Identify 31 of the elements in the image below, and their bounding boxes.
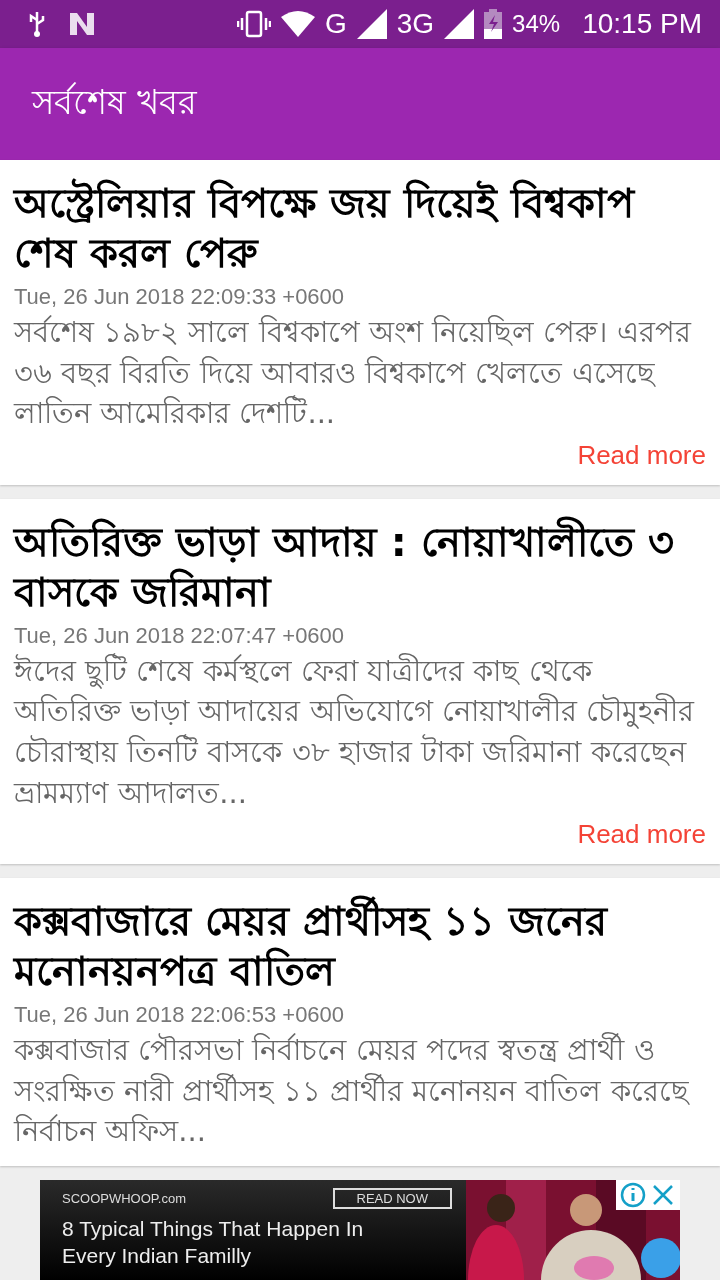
news-card[interactable] <box>0 160 720 485</box>
news-card[interactable] <box>0 498 720 865</box>
network-label: 3G <box>396 8 435 40</box>
news-date: Tue, 26 Jun 2018 22:07:47 +0600 <box>14 622 346 649</box>
network-label: G <box>324 8 347 40</box>
vibrate-icon <box>236 10 271 38</box>
battery-percent: 34% <box>512 10 561 38</box>
news-title: অস্ট্রেলিয়ার বিপক্ষে জয় দিয়েই বিশ্বকাপ শেষ করল পেরু <box>14 178 637 278</box>
ad-headline: 8 Typical Things That Happen In Every Indian Familly <box>62 1216 365 1270</box>
news-date: Tue, 26 Jun 2018 22:06:53 +0600 <box>14 1002 346 1029</box>
news-summary: ঈদের ছুটি শেষে কর্মস্থলে ফেরা যাত্রীদের কাছ থেকে অতিরিক্ত ভাড়া আদায়ের অভিযোগে নোয়াখালীর চৌমুহনীর চৌরাস্থায় তিনটি বাসকে ৩৮ হাজার টাকা জরিমানা করেছেন ভ্রামম্যাণ আদালত... <box>14 652 696 812</box>
news-title: কক্সবাজারে মেয়র প্রার্থীসহ ১১ জনের মনোনয়নপত্র বাতিল <box>14 896 706 997</box>
battery-icon <box>484 9 503 39</box>
ad-brand: SCOOPWHOOP.com <box>62 1191 186 1206</box>
read-more-link[interactable]: Read more <box>577 819 706 851</box>
ad-banner[interactable]: SCOOPWHOOP.com READ NOW 8 Typical Things That Happen In Every Indian Familly <box>40 1180 680 1280</box>
news-summary: সর্বশেষ ১৯৮২ সালে বিশ্বকাপে অংশ নিয়েছিল পেরু। এরপর ৩৬ বছর বিরতি দিয়ে আবারও বিশ্বকাপে খেলতে এসেছে লাতিন আমেরিকার দেশটি... <box>14 314 693 433</box>
news-title: অতিরিক্ত ভাড়া আদায় : নোয়াখালীতে ৩ বাসকে জরিমানা <box>14 516 675 617</box>
news-date: Tue, 26 Jun 2018 22:09:33 +0600 <box>14 284 346 310</box>
n-logo-icon <box>68 11 96 37</box>
usb-icon <box>28 10 46 38</box>
info-icon <box>620 1182 646 1208</box>
app-title: সর্বশেষ খবর <box>32 80 197 124</box>
clock-time: 10:15 PM <box>582 8 702 40</box>
wifi-icon <box>280 11 315 37</box>
read-now-button[interactable]: READ NOW <box>332 1188 452 1209</box>
signal-icon <box>444 9 475 39</box>
news-card[interactable] <box>0 878 720 1166</box>
signal-icon <box>356 9 387 39</box>
news-summary: কক্সবাজার পৌরসভা নির্বাচনে মেয়র পদের স্বতন্ত্র প্রার্থী ও সংরক্ষিত নারী প্রার্থীসহ ১১ প্রার্থীর মনোনয়ন বাতিল করেছে নির্বাচন অফিস... <box>14 1031 691 1151</box>
read-more-link[interactable]: Read more <box>577 439 706 471</box>
